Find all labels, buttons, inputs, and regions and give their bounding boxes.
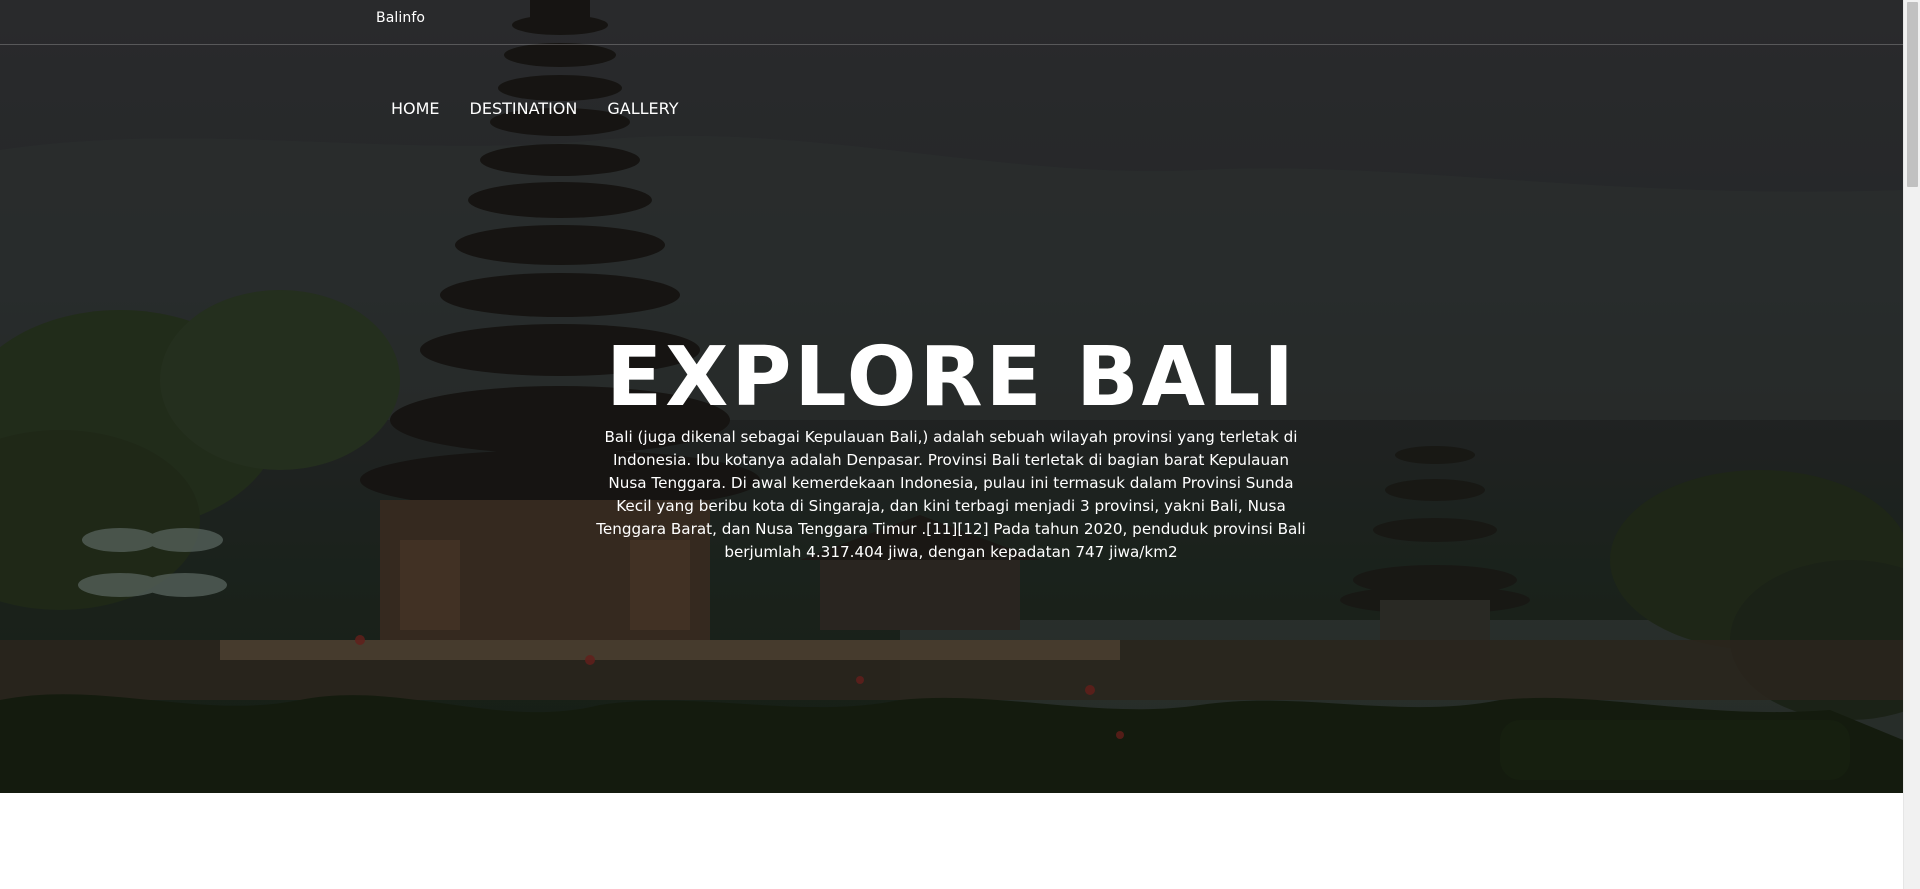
hero-section: Balinfo HOME DESTINATION GALLERY EXPLORE… bbox=[0, 0, 1903, 793]
nav-home-link[interactable]: HOME bbox=[391, 99, 440, 118]
nav-destination-link[interactable]: DESTINATION bbox=[470, 99, 578, 118]
nav-gallery-link[interactable]: GALLERY bbox=[607, 99, 678, 118]
top-bar: Balinfo bbox=[0, 0, 1903, 45]
hero-title: EXPLORE BALI bbox=[606, 329, 1297, 425]
brand-logo[interactable]: Balinfo bbox=[376, 10, 425, 26]
scrollbar-thumb[interactable] bbox=[1907, 2, 1918, 187]
content-area bbox=[0, 793, 1903, 889]
vertical-scrollbar[interactable] bbox=[1903, 0, 1920, 889]
page: Balinfo HOME DESTINATION GALLERY EXPLORE… bbox=[0, 0, 1903, 889]
main-nav: HOME DESTINATION GALLERY bbox=[391, 99, 679, 118]
hero-description: Bali (juga dikenal sebagai Kepulauan Bal… bbox=[596, 428, 1306, 562]
